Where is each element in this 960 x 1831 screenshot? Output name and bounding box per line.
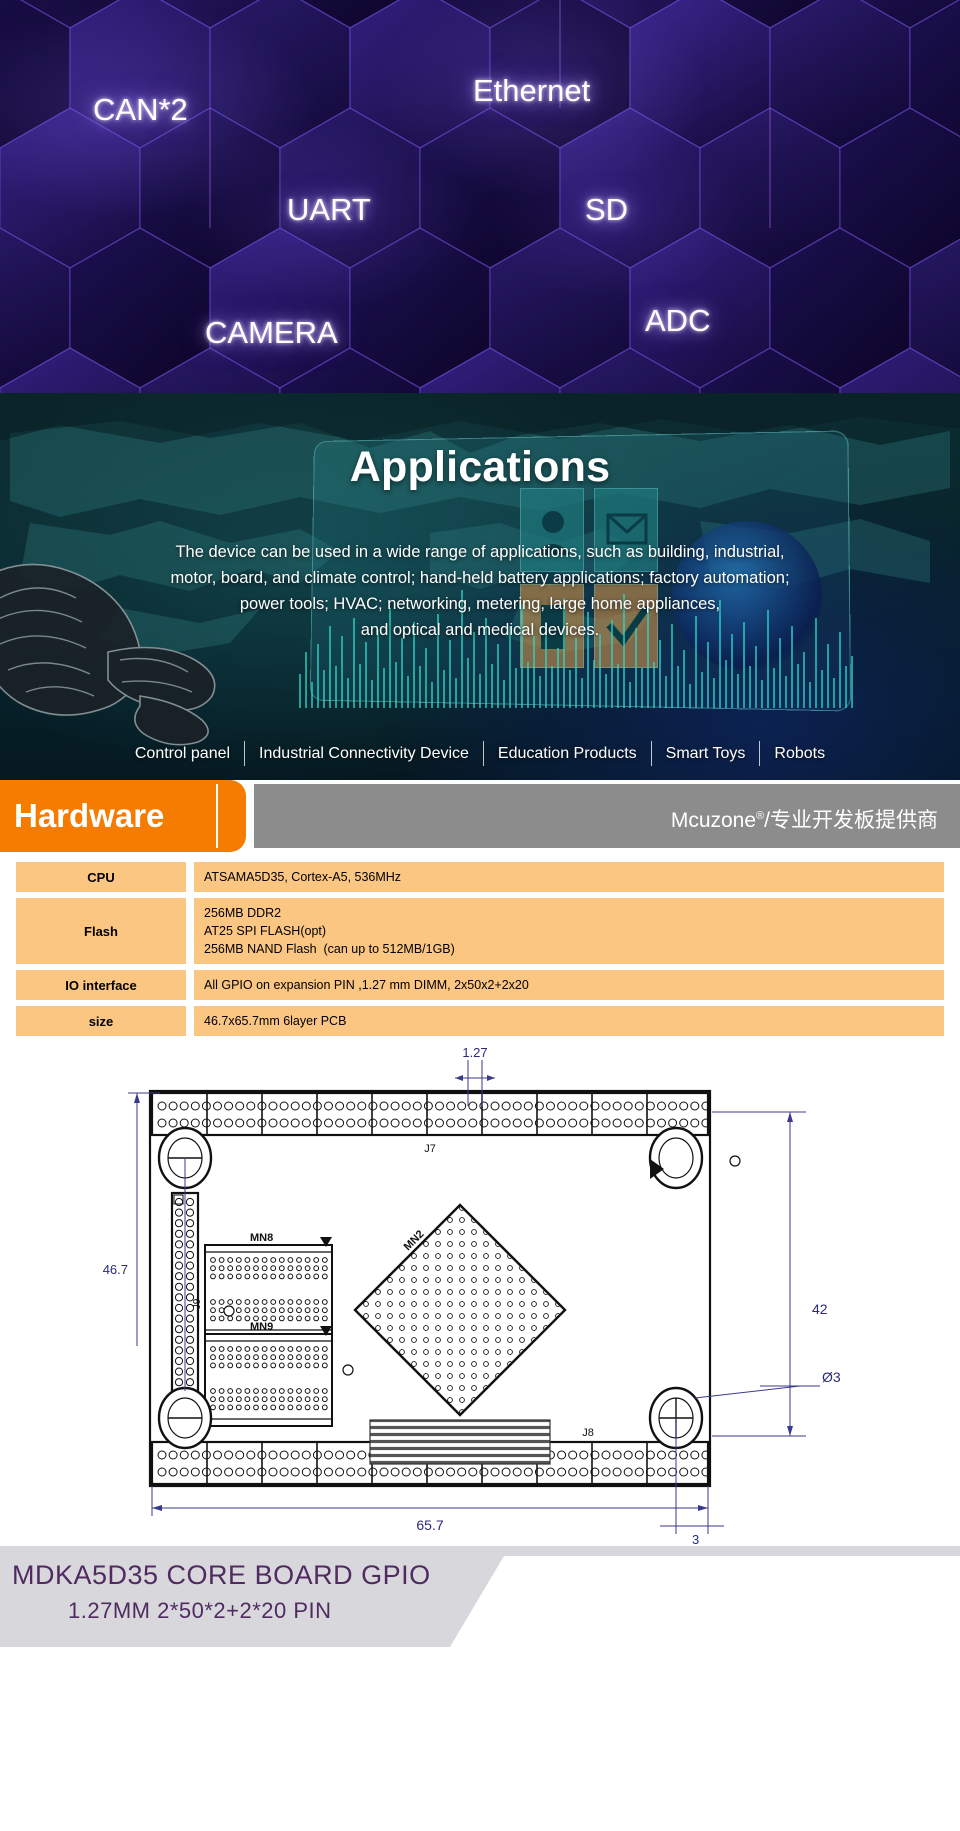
hero-feature-label: CAN*2	[93, 92, 188, 127]
hero-feature-label: ADC	[645, 303, 711, 338]
spec-row-value: All GPIO on expansion PIN ,1.27 mm DIMM,…	[194, 970, 944, 1000]
registered-mark-icon: ®	[756, 810, 765, 822]
application-tag[interactable]: Robots	[760, 745, 839, 763]
hardware-divider-line	[216, 784, 218, 848]
svg-text:46.7: 46.7	[103, 1262, 128, 1277]
applications-description-line: The device can be used in a wide range o…	[175, 543, 785, 561]
application-tag[interactable]: Smart Toys	[652, 745, 760, 763]
spec-value-line: All GPIO on expansion PIN ,1.27 mm DIMM,…	[204, 978, 529, 992]
spec-row: IO interface All GPIO on expansion PIN ,1…	[16, 970, 944, 1000]
spec-row-value: 46.7x65.7mm 6layer PCB	[194, 1006, 944, 1036]
spec-row-key: Flash	[16, 898, 186, 964]
hero-feature-label: Ethernet	[473, 73, 591, 108]
footer-line-1: MDKA5D35 CORE BOARD GPIO	[12, 1560, 431, 1590]
spec-row-value: ATSAMA5D35, Cortex-A5, 536MHz	[194, 862, 944, 892]
hatched-component	[369, 1419, 551, 1465]
svg-text:65.7: 65.7	[416, 1517, 443, 1533]
svg-text:Ø3: Ø3	[822, 1369, 841, 1385]
hero-feature-label: SD	[585, 192, 629, 227]
applications-description-line: motor, board, and climate control; hand-…	[170, 569, 790, 587]
spec-value-line: ATSAMA5D35, Cortex-A5, 536MHz	[204, 870, 402, 884]
hero-feature-label: CAMERA	[205, 315, 338, 350]
hexagon-pattern-icon	[0, 0, 960, 393]
pcb-dimension-drawing: J7 J8 J9 33	[0, 1046, 960, 1546]
applications-title: Applications	[349, 443, 611, 491]
footer-line-2: 1.27MM 2*50*2+2*20 PIN	[68, 1598, 332, 1623]
svg-text:J9: J9	[192, 1298, 203, 1309]
hero-feature-label: UART	[287, 192, 371, 227]
brand-tagline: /专业开发板提供商	[764, 809, 938, 832]
spec-row-key: IO interface	[16, 970, 186, 1000]
footer-title-bar: MDKA5D35 CORE BOARD GPIO 1.27MM 2*50*2+2…	[0, 1546, 960, 1647]
spec-row-key: size	[16, 1006, 186, 1036]
spec-row: Flash 256MB DDR2 AT25 SPI FLASH(opt) 256MB …	[16, 898, 944, 964]
application-tag[interactable]: Control panel	[121, 745, 244, 763]
spec-row: size 46.7x65.7mm 6layer PCB	[16, 1006, 944, 1036]
spec-value-line: 46.7x65.7mm 6layer PCB	[204, 1014, 347, 1028]
brand-label: Mcuzone®/专业开发板提供商	[671, 784, 938, 848]
applications-description: The device can be used in a wide range o…	[30, 539, 930, 643]
hardware-header-bar: Hardware Mcuzone®/专业开发板提供商	[0, 780, 960, 852]
applications-description-line: power tools; HVAC; networking, metering,…	[239, 595, 721, 613]
applications-tag-list: Control panel Industrial Connectivity Dev…	[0, 741, 960, 766]
page-root: CAN*2 Ethernet UART SD CAMERA ADC Applic…	[0, 0, 960, 1831]
module-mn9: MN9	[204, 1321, 333, 1427]
spec-row: CPU ATSAMA5D35, Cortex-A5, 536MHz	[16, 862, 944, 892]
svg-text:J8: J8	[582, 1427, 594, 1439]
spec-value-line: 256MB NAND Flash (can up to 512MB/1GB)	[204, 942, 455, 956]
spec-row-key: CPU	[16, 862, 186, 892]
brand-name: Mcuzone	[670, 809, 757, 832]
svg-text:42: 42	[812, 1301, 828, 1317]
hardware-title: Hardware	[14, 797, 165, 834]
spec-row-value: 256MB DDR2 AT25 SPI FLASH(opt) 256MB NAND …	[194, 898, 944, 964]
svg-text:MN8: MN8	[250, 1232, 273, 1244]
svg-text:J7: J7	[424, 1143, 436, 1155]
spec-value-line: AT25 SPI FLASH(opt)	[204, 924, 327, 938]
svg-text:MN9: MN9	[250, 1321, 273, 1333]
application-tag[interactable]: Education Products	[484, 745, 651, 763]
spec-value-line: 256MB DDR2	[204, 906, 282, 920]
svg-text:1.27: 1.27	[462, 1046, 487, 1060]
applications-section: Applications The device can be used in a…	[0, 393, 960, 780]
application-tag[interactable]: Industrial Connectivity Device	[245, 745, 483, 763]
applications-description-line: and optical and medical devices.	[360, 621, 600, 639]
svg-text:3: 3	[692, 1532, 699, 1546]
specification-table: CPU ATSAMA5D35, Cortex-A5, 536MHz Flash 256…	[0, 852, 960, 1046]
hero-banner: CAN*2 Ethernet UART SD CAMERA ADC	[0, 0, 960, 393]
